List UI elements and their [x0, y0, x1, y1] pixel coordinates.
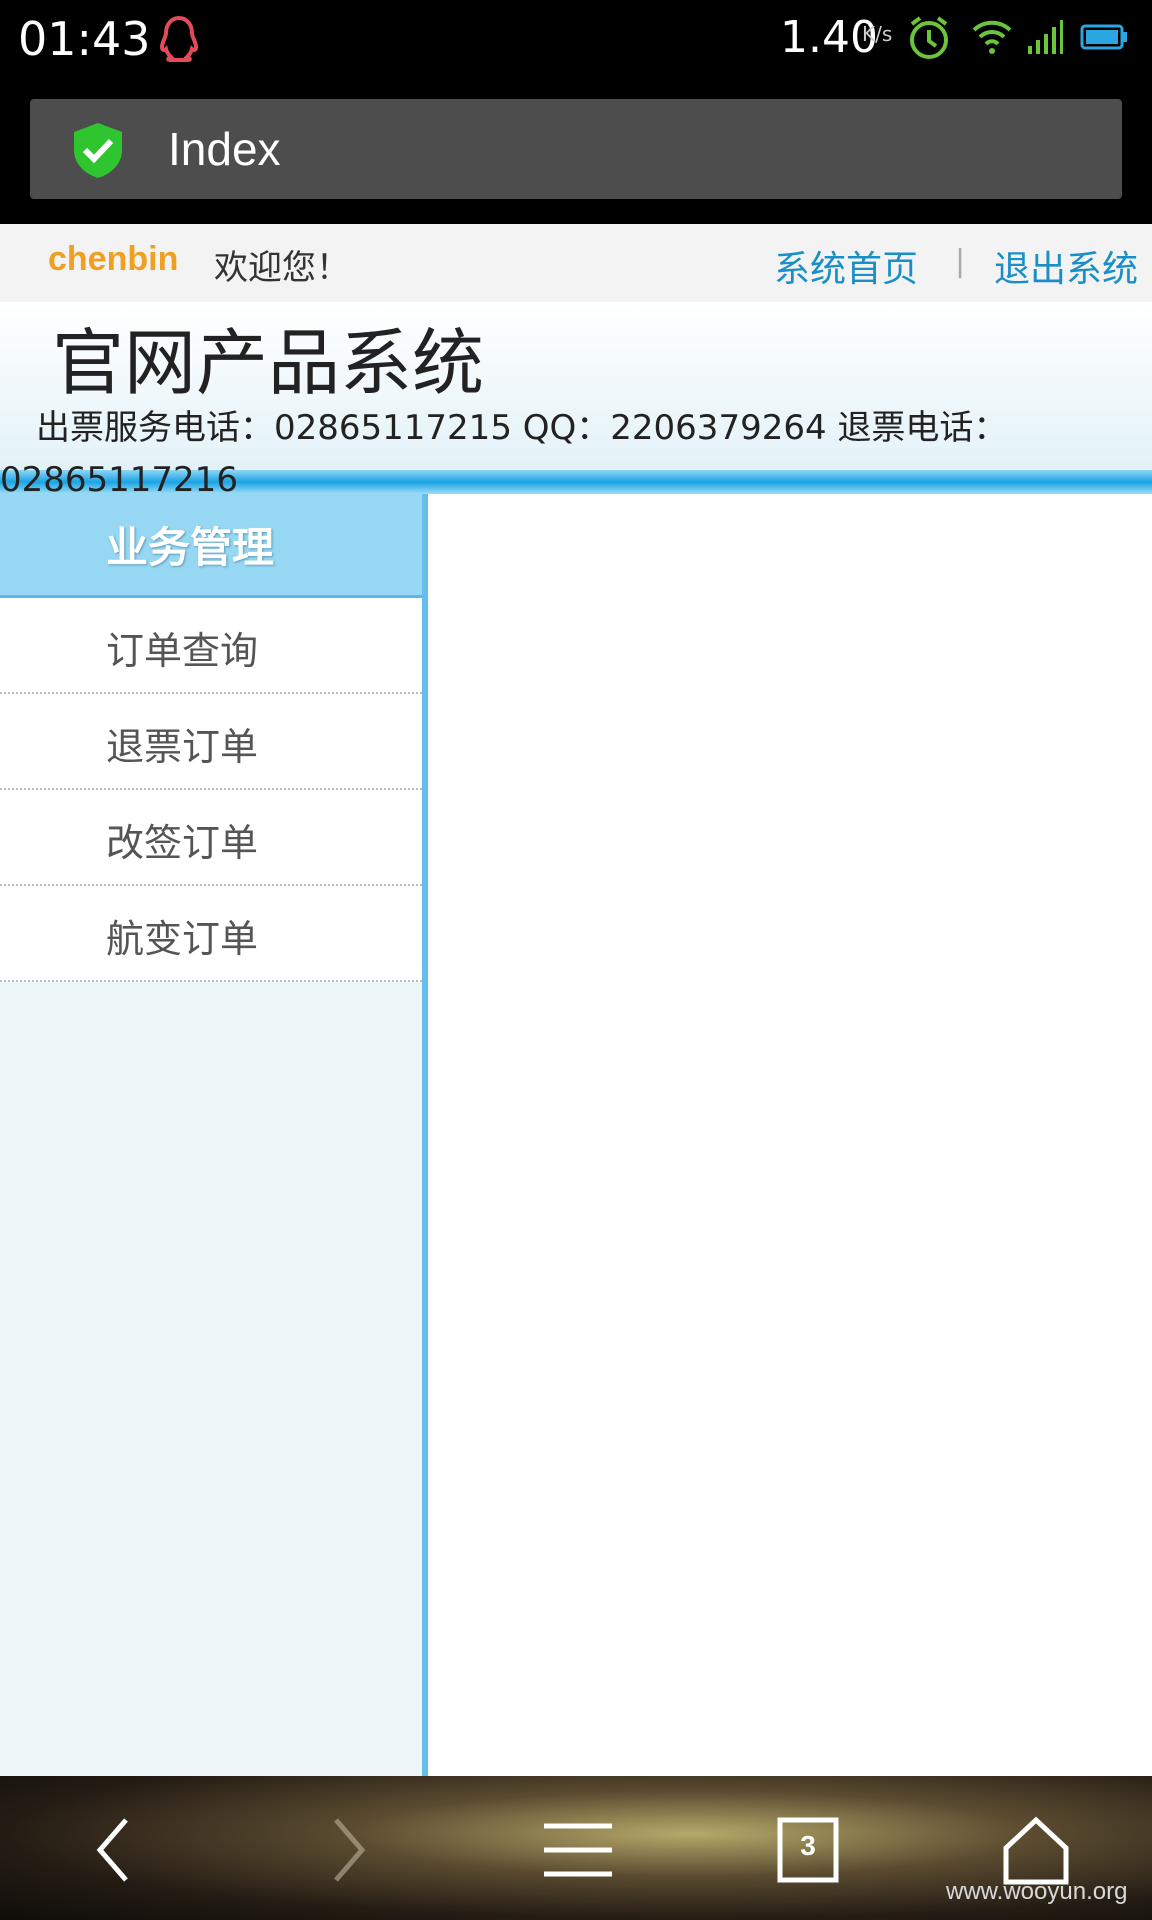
- clock: 01:43: [18, 12, 151, 66]
- menu-icon[interactable]: [538, 1810, 618, 1890]
- page-title: Index: [168, 123, 281, 175]
- user-bar: chenbin 欢迎您！ 系统首页 | 退出系统: [0, 224, 1152, 302]
- refund-phone: 02865117216: [0, 460, 238, 500]
- site-title: 官网产品系统: [52, 321, 485, 405]
- forward-icon[interactable]: [306, 1810, 386, 1890]
- sidebar-item-refund-orders[interactable]: 退票订单: [0, 694, 422, 790]
- sidebar-item-order-query[interactable]: 订单查询: [0, 598, 422, 694]
- menu-heading-label: 业务管理: [106, 523, 275, 572]
- back-icon[interactable]: [76, 1810, 156, 1890]
- sidebar-item-label: 退票订单: [106, 725, 259, 769]
- main-content: [434, 494, 1152, 1776]
- sidebar-item-label: 改签订单: [106, 821, 259, 865]
- username: chenbin: [48, 240, 179, 278]
- net-speed-unit: K/s: [862, 22, 893, 46]
- sidebar-menu: 业务管理 订单查询 退票订单 改签订单 航变订单: [0, 494, 428, 1776]
- tabs-button[interactable]: 3: [768, 1810, 848, 1890]
- sidebar-item-label: 航变订单: [106, 917, 259, 961]
- sidebar-item-label: 订单查询: [106, 629, 259, 673]
- status-bar: 01:43 1.40 K/s: [0, 0, 1152, 78]
- home-link[interactable]: 系统首页: [774, 240, 918, 292]
- menu-heading[interactable]: 业务管理: [0, 494, 422, 598]
- logout-link[interactable]: 退出系统: [994, 240, 1138, 292]
- sidebar-item-reschedule-orders[interactable]: 改签订单: [0, 790, 422, 886]
- wifi-icon: [972, 20, 1012, 54]
- alarm-icon: [910, 16, 948, 59]
- qq-icon: [159, 15, 199, 62]
- contact-info: 出票服务电话：02865117215 QQ：2206379264 退票电话：: [36, 408, 1008, 448]
- link-separator: |: [955, 244, 966, 279]
- address-bar[interactable]: Index: [30, 99, 1122, 199]
- site-header: 官网产品系统 出票服务电话：02865117215 QQ：2206379264 …: [0, 302, 1152, 470]
- welcome-text: 欢迎您！: [214, 248, 350, 288]
- signal-icon: [1028, 20, 1063, 54]
- browser-toolbar: Index: [0, 78, 1152, 224]
- sidebar-item-flight-change-orders[interactable]: 航变订单: [0, 886, 422, 982]
- watermark: www.wooyun.org: [946, 1878, 1128, 1905]
- shield-check-icon: [74, 123, 122, 178]
- tab-count: 3: [800, 1830, 816, 1861]
- battery-icon: [1080, 24, 1127, 50]
